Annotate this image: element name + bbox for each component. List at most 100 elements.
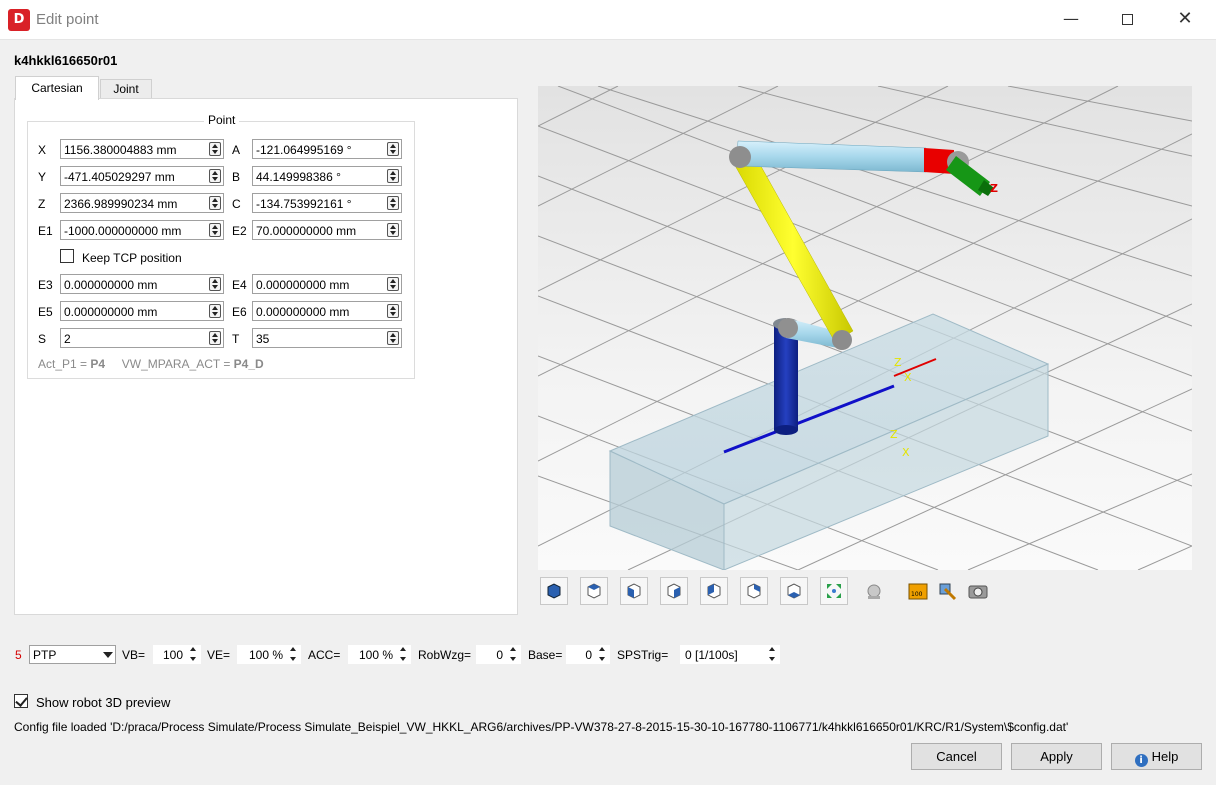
vb-label: VB= [122, 648, 146, 662]
acc-field[interactable]: 100 % [348, 645, 411, 664]
e2-spin-arrows-icon[interactable] [387, 223, 399, 237]
x-value: 1156.380004883 mm [64, 143, 177, 157]
show-preview-label: Show robot 3D preview [36, 695, 171, 710]
light-button[interactable] [860, 577, 888, 605]
ve-spin-arrows-icon[interactable] [288, 647, 300, 661]
spstrig-label: SPSTrig= [617, 648, 669, 662]
frame-x-label: X [904, 371, 912, 384]
robot-3d-preview[interactable]: Z Z X Z X [537, 85, 1193, 571]
view-back-button[interactable] [740, 577, 768, 605]
label-b: B [232, 170, 241, 184]
acc-value: 100 % [358, 648, 393, 662]
vb-field[interactable]: 100 [153, 645, 201, 664]
view-front-button[interactable] [620, 577, 648, 605]
e4-field[interactable]: 0.000000000 mm [252, 274, 402, 294]
acc-spin-arrows-icon[interactable] [398, 647, 410, 661]
t-spin-arrows-icon[interactable] [387, 331, 399, 345]
view-left-button[interactable] [700, 577, 728, 605]
e6-spin-arrows-icon[interactable] [387, 304, 399, 318]
label-a: A [232, 143, 241, 157]
motion-params-row: 5 PTP VB= 100 VE= 100 % ACC= 100 % RobWz… [0, 644, 800, 666]
s-field[interactable]: 2 [60, 328, 224, 348]
motion-type-select[interactable]: PTP [29, 645, 116, 664]
t-value: 35 [256, 332, 270, 346]
x-field[interactable]: 1156.380004883 mm [60, 139, 224, 159]
ruler-button[interactable]: 100 [904, 577, 932, 605]
base-spin-arrows-icon[interactable] [597, 647, 609, 661]
spstrig-spin-arrows-icon[interactable] [767, 647, 779, 661]
tab-cartesian[interactable]: Cartesian [15, 76, 99, 100]
base-field[interactable]: 0 [566, 645, 610, 664]
spstrig-value: 0 [1/100s] [685, 648, 738, 662]
e5-spin-arrows-icon[interactable] [209, 304, 221, 318]
b-field[interactable]: 44.149998386 ° [252, 166, 402, 186]
e2-value: 70.000000000 mm [256, 224, 357, 238]
e1-spin-arrows-icon[interactable] [209, 223, 221, 237]
a-field[interactable]: -121.064995169 ° [252, 139, 402, 159]
robwzg-spin-arrows-icon[interactable] [508, 647, 520, 661]
t-field[interactable]: 35 [252, 328, 402, 348]
view-iso-button[interactable] [540, 577, 568, 605]
s-value: 2 [64, 332, 71, 346]
b-spin-arrows-icon[interactable] [387, 169, 399, 183]
e3-value: 0.000000000 mm [64, 278, 158, 292]
label-x: X [38, 143, 47, 157]
label-z: Z [38, 197, 46, 211]
e1-field[interactable]: -1000.000000000 mm [60, 220, 224, 240]
tab-joint[interactable]: Joint [100, 79, 152, 99]
point-groupbox: Point X 1156.380004883 mm A -121.0649951… [27, 113, 415, 379]
ve-label: VE= [207, 648, 231, 662]
maximize-button[interactable] [1104, 0, 1150, 40]
a-spin-arrows-icon[interactable] [387, 142, 399, 156]
wrench-button[interactable] [934, 577, 962, 605]
act-status-line: Act_P1 = P4 VW_MPARA_ACT = P4_D [38, 357, 264, 371]
show-preview-checkbox[interactable] [14, 694, 28, 708]
view-top-button[interactable] [580, 577, 608, 605]
view-iso-icon [547, 583, 561, 599]
s-spin-arrows-icon[interactable] [209, 331, 221, 345]
view-bottom-button[interactable] [780, 577, 808, 605]
ve-field[interactable]: 100 % [237, 645, 301, 664]
title-bar: D Edit point — ✕ [0, 0, 1216, 40]
work-table-box [608, 313, 1050, 571]
view-top-icon [587, 583, 601, 599]
label-t: T [232, 332, 240, 346]
cancel-button[interactable]: Cancel [911, 743, 1002, 770]
apply-button[interactable]: Apply [1011, 743, 1102, 770]
robwzg-field[interactable]: 0 [476, 645, 521, 664]
help-button[interactable]: i Help [1111, 743, 1202, 770]
y-spin-arrows-icon[interactable] [209, 169, 221, 183]
e3-field[interactable]: 0.000000000 mm [60, 274, 224, 294]
z-field[interactable]: 2366.989990234 mm [60, 193, 224, 213]
keep-tcp-checkbox[interactable] [60, 249, 74, 263]
label-e2: E2 [232, 224, 247, 238]
e5-field[interactable]: 0.000000000 mm [60, 301, 224, 321]
e3-spin-arrows-icon[interactable] [209, 277, 221, 291]
act-p1-label: Act_P1 = [38, 357, 91, 371]
motion-number: 5 [15, 648, 22, 662]
view-right-icon [667, 583, 681, 599]
c-field[interactable]: -134.753992161 ° [252, 193, 402, 213]
app-logo-icon: D [8, 9, 30, 31]
ve-value: 100 % [248, 648, 283, 662]
camera-button[interactable] [964, 577, 992, 605]
x-spin-arrows-icon[interactable] [209, 142, 221, 156]
vb-spin-arrows-icon[interactable] [188, 647, 200, 661]
e4-spin-arrows-icon[interactable] [387, 277, 399, 291]
e2-field[interactable]: 70.000000000 mm [252, 220, 402, 240]
b-value: 44.149998386 ° [256, 170, 341, 184]
keep-tcp-label: Keep TCP position [82, 251, 182, 265]
view-right-button[interactable] [660, 577, 688, 605]
z-spin-arrows-icon[interactable] [209, 196, 221, 210]
y-value: -471.405029297 mm [64, 170, 175, 184]
y-field[interactable]: -471.405029297 mm [60, 166, 224, 186]
close-button[interactable]: ✕ [1162, 0, 1208, 40]
c-spin-arrows-icon[interactable] [387, 196, 399, 210]
robot-3d-scene: Z Z X Z X [537, 85, 1193, 571]
e4-value: 0.000000000 mm [256, 278, 350, 292]
mpara-value: P4_D [233, 357, 264, 371]
minimize-button[interactable]: — [1048, 0, 1094, 40]
e6-field[interactable]: 0.000000000 mm [252, 301, 402, 321]
spstrig-field[interactable]: 0 [1/100s] [680, 645, 780, 664]
fit-all-button[interactable] [820, 577, 848, 605]
